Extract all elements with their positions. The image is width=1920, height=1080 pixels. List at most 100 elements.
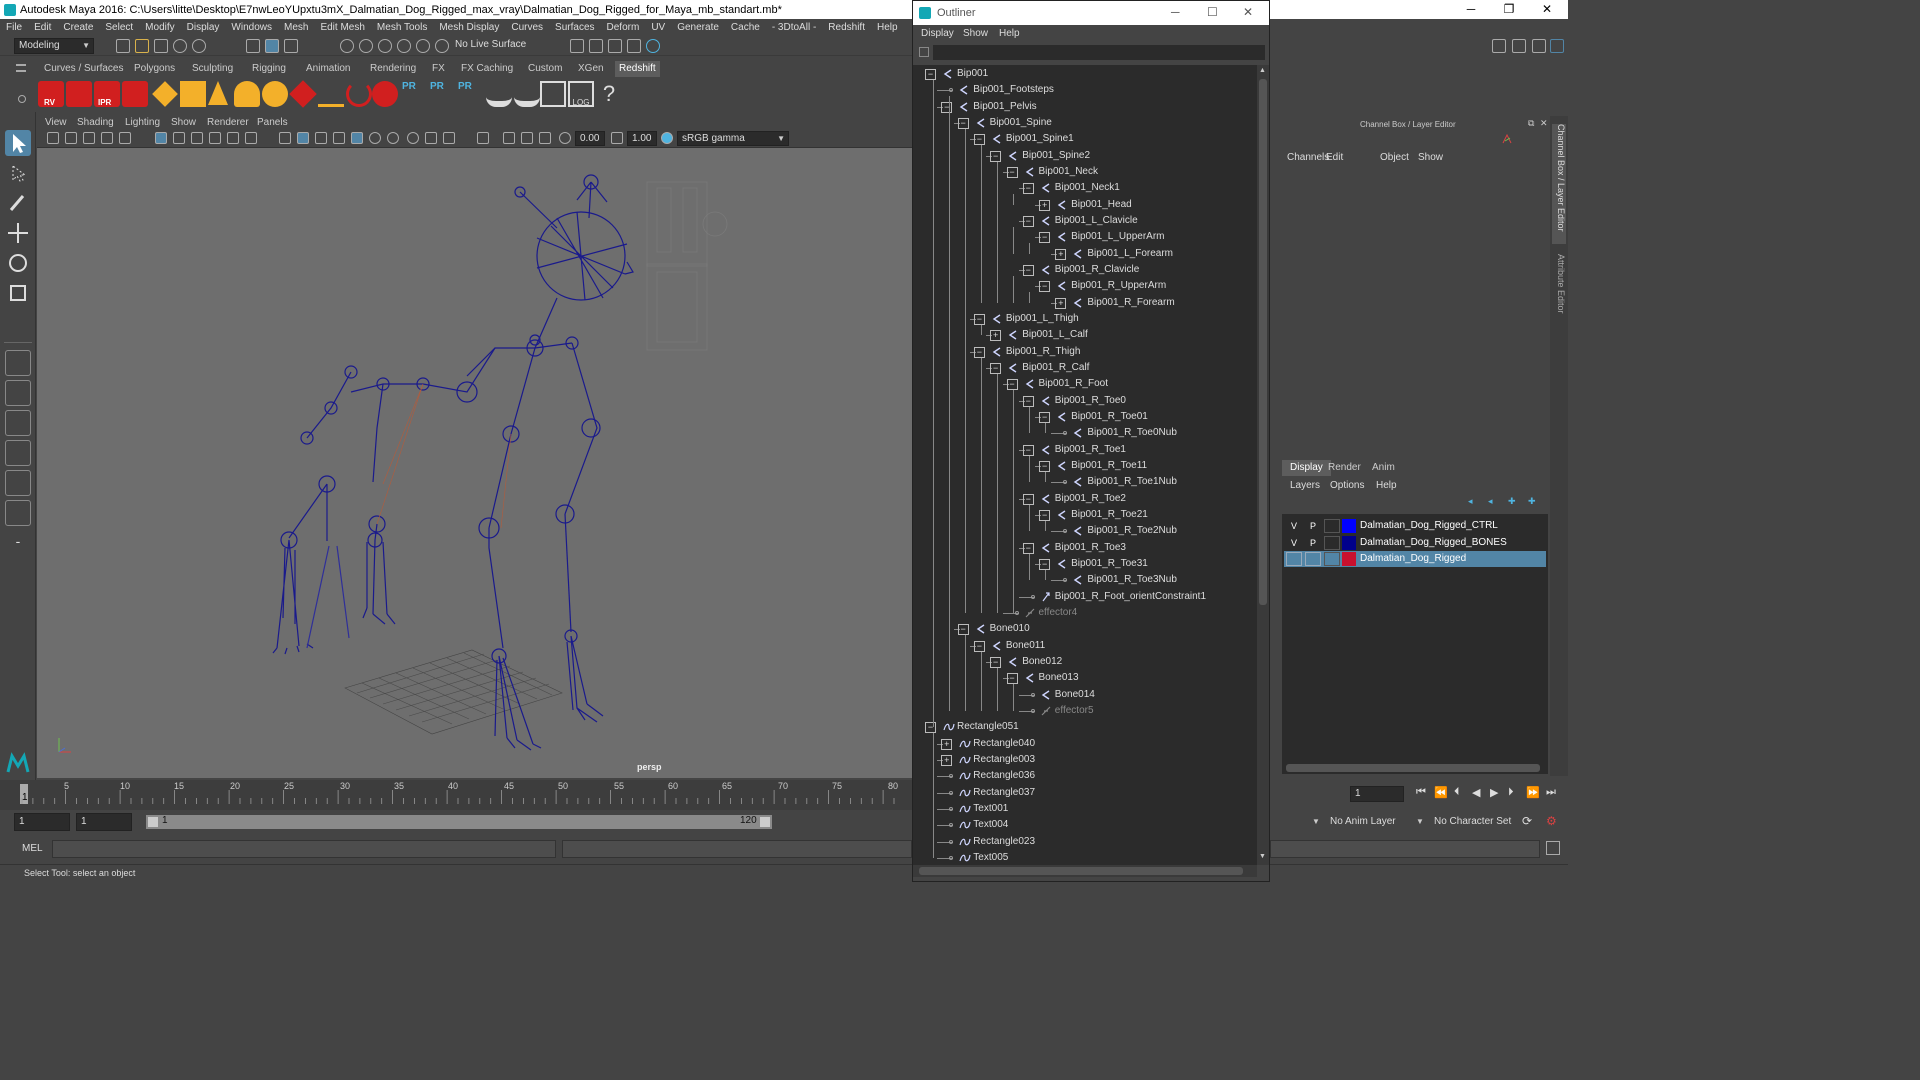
select-hierarchy-icon[interactable]	[246, 39, 260, 53]
layer-visibility-toggle[interactable]	[1286, 552, 1302, 566]
collapse-icon[interactable]: −	[941, 101, 953, 113]
shelf-tab-rigging[interactable]: Rigging	[248, 61, 290, 77]
redshift-ies-light-icon[interactable]	[289, 80, 317, 108]
render-frame-icon[interactable]	[570, 39, 584, 53]
channel-box-icon[interactable]	[1550, 39, 1564, 53]
outliner-item-rectangle003[interactable]: + Rectangle003	[913, 752, 1257, 768]
outliner-item-rectangle037[interactable]: Rectangle037	[913, 785, 1257, 801]
menu-item-edit[interactable]: Edit	[28, 22, 57, 33]
mel-input[interactable]	[52, 840, 556, 858]
expand-icon[interactable]: +	[1055, 297, 1067, 309]
menu-item-uv[interactable]: UV	[645, 22, 671, 33]
view-transform-dropdown[interactable]: sRGB gamma ▼	[677, 131, 789, 146]
range-bar[interactable]: 1 120	[146, 815, 772, 829]
playback-start-field[interactable]: 1	[76, 813, 132, 831]
redshift-volume-icon[interactable]	[486, 81, 512, 107]
expand-icon[interactable]: +	[1039, 199, 1051, 211]
new-layer-icon[interactable]: ✚	[1508, 496, 1516, 507]
go-to-end-icon[interactable]: ⏭	[1546, 786, 1556, 799]
ipr-render-icon[interactable]	[589, 39, 603, 53]
layer-color-swatch[interactable]	[1342, 535, 1356, 550]
channel-box-side-tab[interactable]: Channel Box / Layer Editor	[1552, 124, 1566, 244]
collapse-icon[interactable]: −	[1022, 542, 1034, 554]
layer-tab-anim[interactable]: Anim	[1364, 460, 1403, 476]
redshift-dome-light-icon[interactable]	[234, 81, 260, 107]
move-tool-icon[interactable]	[5, 220, 31, 246]
redshift-script-icon[interactable]	[540, 81, 566, 107]
layer-menu-help[interactable]: Help	[1376, 480, 1397, 491]
step-forward-icon[interactable]: ⏩	[1526, 786, 1540, 799]
close-panel-icon[interactable]: ✕	[1540, 118, 1548, 129]
outliner-menu-show[interactable]: Show	[963, 28, 988, 39]
outliner-item-text001[interactable]: Text001	[913, 801, 1257, 817]
wireframe-on-shaded-icon[interactable]	[315, 132, 327, 144]
channel-box-menu-object[interactable]: Object	[1380, 152, 1409, 163]
shelf-tab-xgen[interactable]: XGen	[574, 61, 608, 77]
move-layer-down-icon[interactable]: ◂	[1488, 496, 1493, 507]
menu-item-redshift[interactable]: Redshift	[822, 22, 871, 33]
step-back-icon[interactable]: ⏪	[1434, 786, 1448, 799]
expand-icon[interactable]: +	[990, 330, 1002, 342]
expand-icon[interactable]: +	[941, 738, 953, 750]
layer-name[interactable]: Dalmatian_Dog_Rigged_BONES	[1360, 535, 1507, 551]
collapse-icon[interactable]: −	[957, 624, 969, 636]
select-component-icon[interactable]	[284, 39, 298, 53]
use-lights-icon[interactable]	[369, 132, 381, 144]
layer-type-toggle[interactable]	[1324, 552, 1340, 566]
outliner-item-text004[interactable]: Text004	[913, 817, 1257, 833]
redshift-proxy-batch-button[interactable]: PR	[458, 81, 484, 107]
outliner-maximize-icon[interactable]: ☐	[1207, 5, 1218, 19]
outliner-item-rectangle036[interactable]: Rectangle036	[913, 768, 1257, 784]
expand-icon[interactable]: +	[941, 754, 953, 766]
script-editor-icon[interactable]	[1546, 841, 1560, 855]
snap-point-icon[interactable]	[378, 39, 392, 53]
menu-item-cache[interactable]: Cache	[725, 22, 766, 33]
outliner-scroll-thumb[interactable]	[1259, 79, 1267, 605]
single-perspective-layout-icon[interactable]	[5, 350, 31, 376]
snap-curve-icon[interactable]	[359, 39, 373, 53]
channel-box-menu-channels[interactable]: Channels	[1287, 152, 1329, 163]
tool-settings-icon[interactable]	[1532, 39, 1546, 53]
image-plane-icon[interactable]	[101, 132, 113, 144]
layer-playback-toggle[interactable]: P	[1305, 519, 1321, 533]
paint-select-icon[interactable]	[5, 190, 31, 216]
collapse-icon[interactable]: −	[1039, 460, 1051, 472]
menu-item-help[interactable]: Help	[871, 22, 904, 33]
collapse-icon[interactable]: −	[925, 722, 936, 734]
layer-row[interactable]: V P Dalmatian_Dog_Rigged_CTRL	[1284, 518, 1546, 534]
redo-icon[interactable]	[192, 39, 206, 53]
shelf-tab-fx-caching[interactable]: FX Caching	[457, 61, 517, 77]
layer-row[interactable]: V P Dalmatian_Dog_Rigged_BONES	[1284, 535, 1546, 551]
collapse-icon[interactable]: −	[1039, 232, 1051, 244]
outliner-item-bip001[interactable]: − Bip001	[913, 66, 1257, 82]
auto-key-icon[interactable]: ⟳	[1522, 814, 1532, 828]
range-end-handle[interactable]	[760, 817, 770, 827]
collapse-icon[interactable]: −	[990, 362, 1002, 374]
layer-name[interactable]: Dalmatian_Dog_Rigged_CTRL	[1360, 518, 1498, 534]
redshift-material-icon[interactable]	[372, 81, 398, 107]
xray-joints-icon[interactable]	[503, 132, 515, 144]
play-backwards-icon[interactable]: ◀	[1472, 786, 1480, 799]
resolution-gate-icon[interactable]	[191, 132, 203, 144]
open-scene-icon[interactable]	[135, 39, 149, 53]
isolate-select-icon[interactable]	[477, 132, 489, 144]
xray-active-icon[interactable]	[521, 132, 533, 144]
color-management-icon[interactable]	[661, 132, 673, 144]
layer-playback-toggle[interactable]: P	[1305, 536, 1321, 550]
collapse-icon[interactable]: −	[1039, 558, 1051, 570]
outliner-horizontal-scrollbar[interactable]	[913, 865, 1257, 877]
modeling-toolkit-icon[interactable]	[1492, 39, 1506, 53]
select-object-icon[interactable]	[265, 39, 279, 53]
outliner-vertical-scrollbar[interactable]: ▲ ▼	[1257, 65, 1269, 865]
redshift-help-button[interactable]: ?	[596, 81, 622, 107]
menu-item-curves[interactable]: Curves	[505, 22, 549, 33]
char-set-chevron-icon[interactable]: ▼	[1416, 817, 1424, 826]
outliner-item-rectangle023[interactable]: Rectangle023	[913, 834, 1257, 850]
play-forwards-icon[interactable]: ▶	[1490, 786, 1498, 799]
persp-outliner-layout-icon[interactable]	[5, 410, 31, 436]
menu-item-create[interactable]: Create	[57, 22, 99, 33]
wireframe-icon[interactable]	[279, 132, 291, 144]
collapse-icon[interactable]: −	[973, 640, 985, 652]
exposure-icon[interactable]	[559, 132, 571, 144]
collapse-icon[interactable]: −	[1022, 183, 1034, 195]
